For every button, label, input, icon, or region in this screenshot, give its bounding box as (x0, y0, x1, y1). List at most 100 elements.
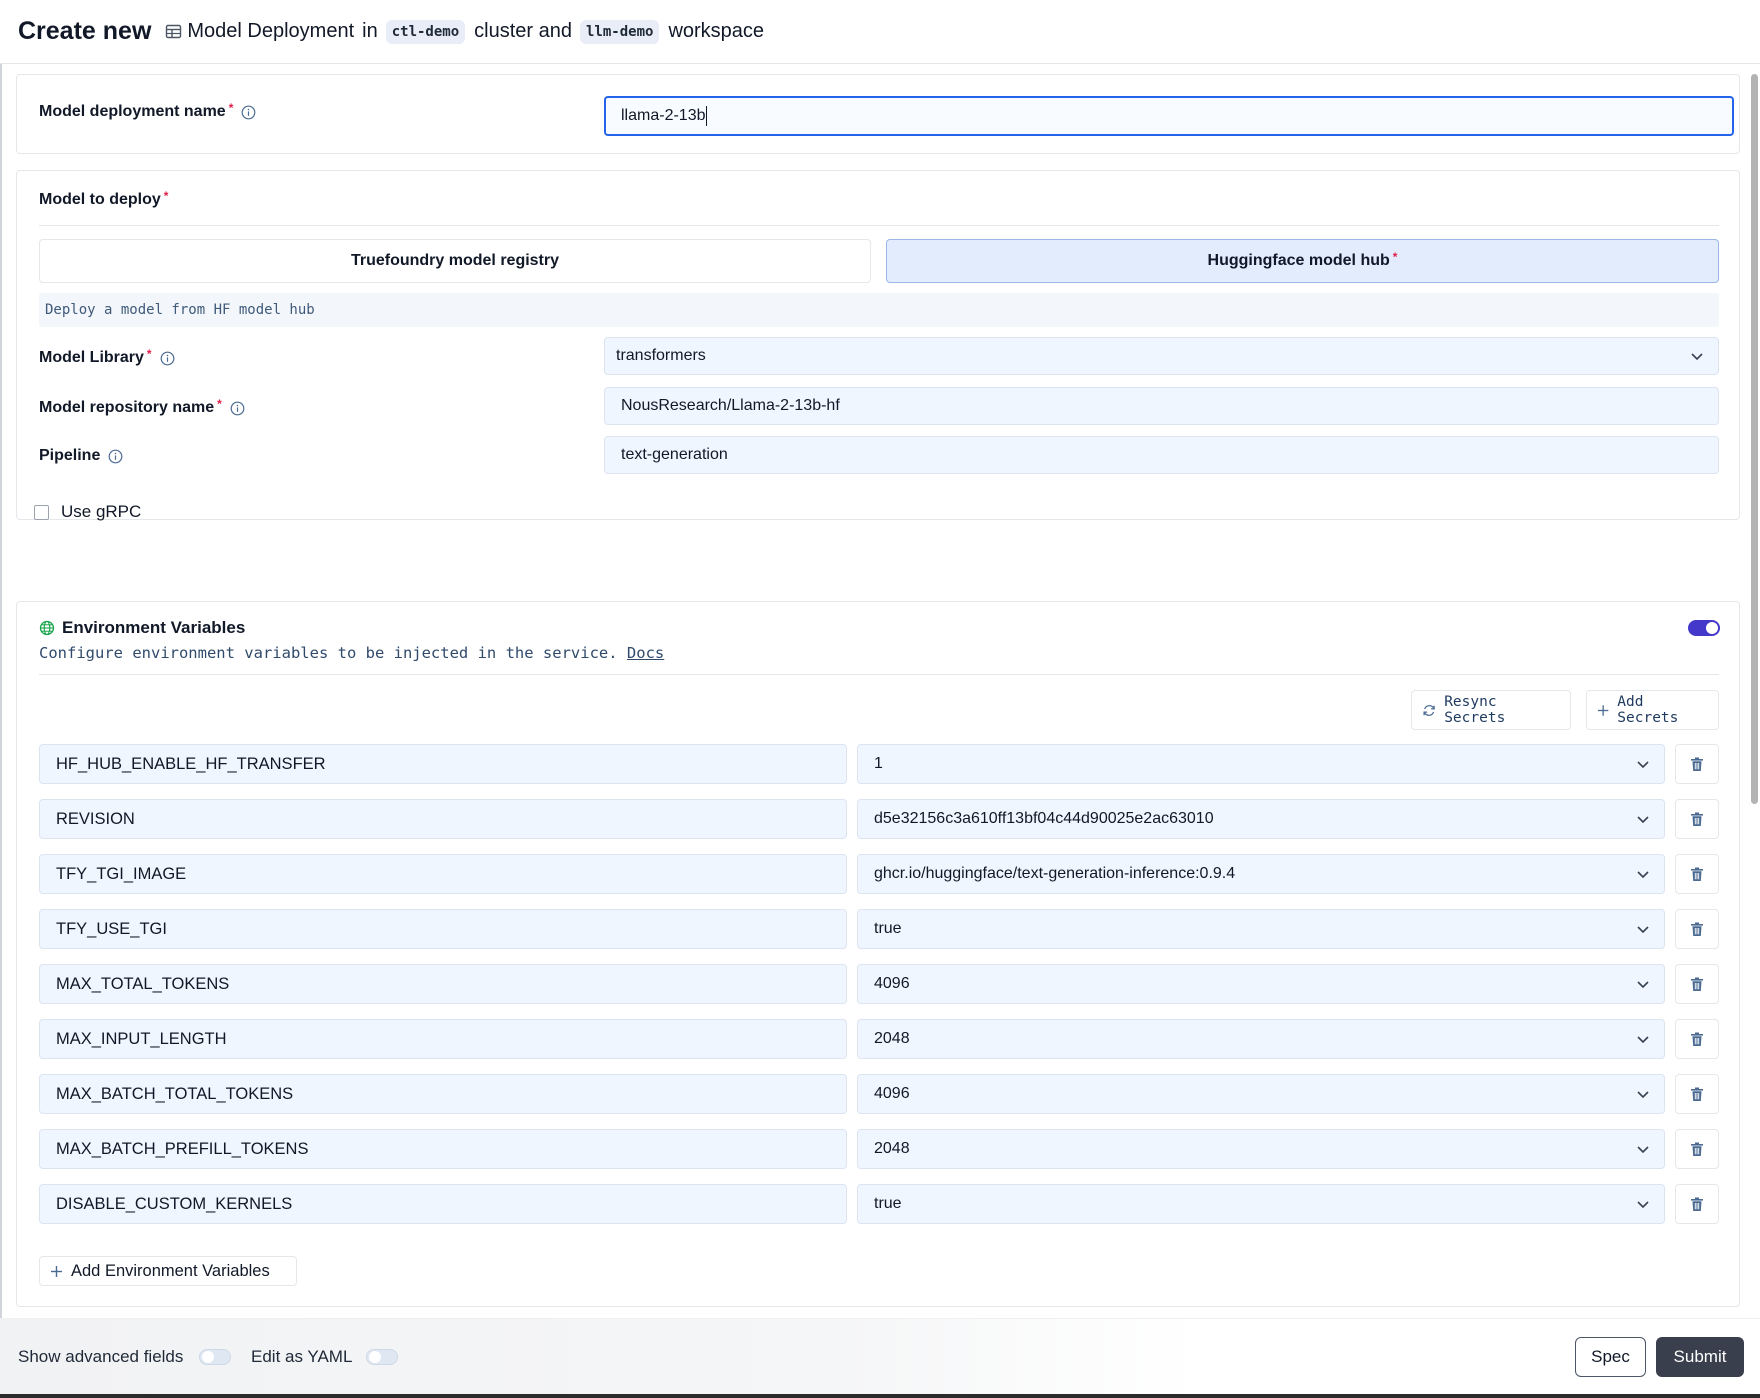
trash-icon (1690, 922, 1704, 937)
trash-icon (1690, 1197, 1704, 1212)
option-truefoundry-registry[interactable]: Truefoundry model registry (39, 239, 871, 283)
chevron-down-icon (1636, 977, 1650, 991)
delete-env-var-button[interactable] (1675, 964, 1719, 1004)
use-grpc-checkbox[interactable] (34, 504, 49, 520)
env-var-row: DISABLE_CUSTOM_KERNELS true (39, 1184, 1719, 1224)
info-icon[interactable] (241, 105, 256, 120)
chevron-down-icon (1636, 1142, 1650, 1156)
env-vars-toggle[interactable] (1688, 620, 1720, 636)
form-footer: Show advanced fields Edit as YAML Spec S… (0, 1318, 1760, 1395)
model-repo-label: Model repository name * (39, 397, 245, 417)
env-var-value-select[interactable]: 4096 (857, 1074, 1665, 1114)
env-var-key: MAX_BATCH_TOTAL_TOKENS (56, 1084, 294, 1103)
delete-env-var-button[interactable] (1675, 799, 1719, 839)
delete-env-var-button[interactable] (1675, 1184, 1719, 1224)
chevron-down-icon (1636, 1032, 1650, 1046)
info-icon[interactable] (230, 401, 245, 416)
env-var-value-select[interactable]: 1 (857, 744, 1665, 784)
env-var-value-select[interactable]: true (857, 909, 1665, 949)
workspace-chip: llm-demo (580, 19, 660, 44)
env-var-value: true (874, 920, 902, 937)
env-var-value: 2048 (874, 1030, 910, 1047)
chevron-down-icon (1636, 1087, 1650, 1101)
delete-env-var-button[interactable] (1675, 744, 1719, 784)
source-hint: Deploy a model from HF model hub (39, 293, 1719, 327)
trash-icon (1690, 1087, 1704, 1102)
deployment-name-input[interactable]: llama-2-13b (604, 96, 1734, 136)
option-huggingface-hub[interactable]: Huggingface model hub * (886, 239, 1719, 283)
delete-env-var-button[interactable] (1675, 909, 1719, 949)
add-env-var-button[interactable]: Add Environment Variables (39, 1256, 297, 1286)
model-repo-input[interactable]: NousResearch/Llama-2-13b-hf (604, 387, 1719, 425)
env-var-key-input[interactable]: DISABLE_CUSTOM_KERNELS (39, 1184, 847, 1224)
env-var-value-select[interactable]: 4096 (857, 964, 1665, 1004)
env-var-value-select[interactable]: 2048 (857, 1019, 1665, 1059)
env-var-key-input[interactable]: TFY_TGI_IMAGE (39, 854, 847, 894)
form-content: Model deployment name * llama-2-13b Model… (16, 72, 1740, 1308)
env-var-value: 1 (874, 755, 883, 772)
env-var-value-select[interactable]: 2048 (857, 1129, 1665, 1169)
edit-yaml-label: Edit as YAML (251, 1347, 353, 1366)
env-var-key: TFY_TGI_IMAGE (56, 864, 187, 883)
env-var-key-input[interactable]: MAX_BATCH_TOTAL_TOKENS (39, 1074, 847, 1114)
env-var-key-input[interactable]: MAX_TOTAL_TOKENS (39, 964, 847, 1004)
add-env-var-label: Add Environment Variables (71, 1261, 270, 1280)
use-grpc-option[interactable]: Use gRPC (34, 502, 141, 522)
env-var-row: MAX_BATCH_TOTAL_TOKENS 4096 (39, 1074, 1719, 1114)
env-vars-description-text: Configure environment variables to be in… (39, 644, 618, 662)
table-grid-icon (165, 23, 182, 40)
env-var-key: MAX_INPUT_LENGTH (56, 1029, 227, 1048)
pipeline-input[interactable]: text-generation (604, 436, 1719, 474)
required-marker: * (228, 101, 234, 115)
model-library-select[interactable]: transformers (604, 337, 1719, 375)
env-vars-title-text: Environment Variables (62, 618, 246, 637)
info-icon[interactable] (160, 351, 175, 366)
delete-env-var-button[interactable] (1675, 854, 1719, 894)
add-secrets-button[interactable]: Add Secrets (1586, 690, 1719, 730)
resync-secrets-button[interactable]: Resync Secrets (1411, 690, 1571, 730)
env-var-key-input[interactable]: MAX_BATCH_PREFILL_TOKENS (39, 1129, 847, 1169)
pipeline-label-text: Pipeline (39, 447, 101, 464)
env-var-value-select[interactable]: ghcr.io/huggingface/text-generation-infe… (857, 854, 1665, 894)
env-var-key-input[interactable]: MAX_INPUT_LENGTH (39, 1019, 847, 1059)
plus-icon (1597, 704, 1609, 716)
trash-icon (1690, 977, 1704, 992)
model-repo-value: NousResearch/Llama-2-13b-hf (621, 397, 840, 414)
toggle-knob (202, 1351, 214, 1363)
env-var-value-select[interactable]: true (857, 1184, 1665, 1224)
scrollbar-thumb[interactable] (1751, 74, 1758, 804)
env-var-value: d5e32156c3a610ff13bf04c44d90025e2ac63010 (874, 810, 1214, 827)
option-huggingface-label: Huggingface model hub (1207, 252, 1390, 269)
env-var-key-input[interactable]: TFY_USE_TGI (39, 909, 847, 949)
env-var-key-input[interactable]: HF_HUB_ENABLE_HF_TRANSFER (39, 744, 847, 784)
required-marker: * (146, 347, 152, 361)
model-repo-label-text: Model repository name (39, 399, 215, 416)
refresh-icon (1423, 704, 1435, 716)
env-var-value-select[interactable]: d5e32156c3a610ff13bf04c44d90025e2ac63010 (857, 799, 1665, 839)
env-vars-description: Configure environment variables to be in… (39, 644, 664, 662)
model-to-deploy-card: Model to deploy * Truefoundry model regis… (16, 170, 1740, 520)
env-var-key: MAX_BATCH_PREFILL_TOKENS (56, 1139, 309, 1158)
delete-env-var-button[interactable] (1675, 1074, 1719, 1114)
cluster-chip: ctl-demo (385, 19, 466, 44)
delete-env-var-button[interactable] (1675, 1129, 1719, 1169)
add-secrets-label: Add Secrets (1617, 694, 1679, 726)
delete-env-var-button[interactable] (1675, 1019, 1719, 1059)
env-var-key-input[interactable]: REVISION (39, 799, 847, 839)
docs-link[interactable]: Docs (627, 644, 664, 662)
env-var-row: HF_HUB_ENABLE_HF_TRANSFER 1 (39, 744, 1719, 784)
env-vars-title: Environment Variables (39, 618, 245, 638)
spec-button[interactable]: Spec (1575, 1337, 1646, 1377)
page-header: Create new Model Deployment in ctl-demo … (0, 0, 1760, 64)
submit-button[interactable]: Submit (1656, 1337, 1744, 1377)
env-var-key: HF_HUB_ENABLE_HF_TRANSFER (56, 754, 326, 773)
env-var-value: 4096 (874, 975, 910, 992)
info-icon[interactable] (108, 449, 123, 464)
deployment-name-label-text: Model deployment name (39, 103, 226, 120)
trash-icon (1690, 757, 1704, 772)
env-var-row: REVISION d5e32156c3a610ff13bf04c44d90025e… (39, 799, 1719, 839)
edit-yaml-toggle[interactable] (366, 1349, 398, 1365)
show-advanced-toggle[interactable] (199, 1349, 231, 1365)
env-var-value: ghcr.io/huggingface/text-generation-infe… (874, 865, 1236, 882)
env-var-row: TFY_TGI_IMAGE ghcr.io/huggingface/text-ge… (39, 854, 1719, 894)
